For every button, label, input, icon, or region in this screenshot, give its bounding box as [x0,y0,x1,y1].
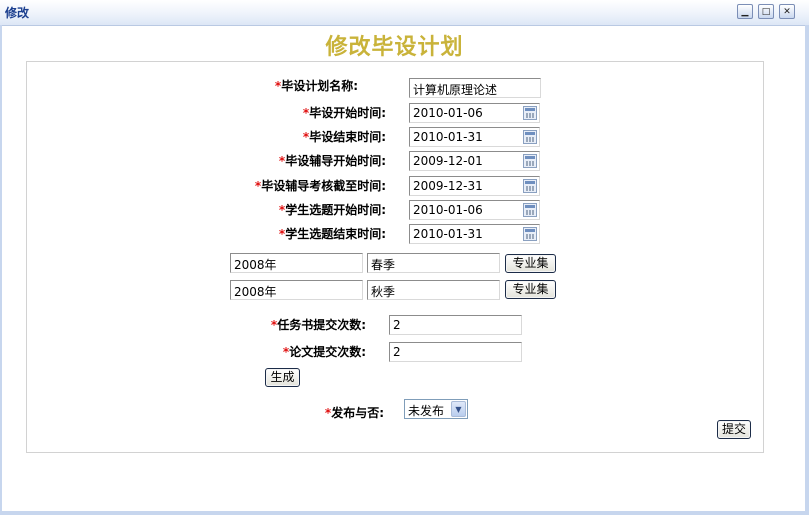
close-icon: ✕ [783,7,791,17]
calendar-icon[interactable] [523,203,537,217]
chevron-down-icon[interactable]: ▼ [451,401,466,417]
calendar-icon[interactable] [523,130,537,144]
publish-select[interactable]: 未发布 ▼ [404,399,468,419]
select-start-label: *学生选题开始时间: [278,203,386,217]
start-time-input[interactable]: 2010-01-06 [409,103,540,123]
calendar-icon[interactable] [523,179,537,193]
task-count-label: *任务书提交次数: [270,318,366,332]
semester-season-input[interactable]: 春季 [367,253,500,273]
window-controls: ▁ □ ✕ [735,0,803,25]
end-time-label: *毕设结束时间: [302,130,386,144]
minimize-icon: ▁ [741,7,749,17]
semester-year-input[interactable]: 2008年 [230,280,363,300]
publish-label: *发布与否: [324,406,384,420]
window-title: 修改 [5,6,30,20]
close-button[interactable]: ✕ [779,4,795,19]
paper-count-input[interactable]: 2 [389,342,522,362]
tutor-start-label: *毕设辅导开始时间: [278,154,386,168]
task-count-input[interactable]: 2 [389,315,522,335]
generate-button[interactable]: 生成 [265,368,300,387]
maximize-button[interactable]: □ [758,4,774,19]
page-title: 修改毕设计划 [325,34,464,60]
window-border-right [805,25,809,515]
plan-name-input[interactable]: 计算机原理论述 [409,78,541,98]
window-border-left [0,25,2,515]
calendar-icon[interactable] [523,154,537,168]
semester-year-input[interactable]: 2008年 [230,253,363,273]
select-end-label: *学生选题结束时间: [278,227,386,241]
minimize-button[interactable]: ▁ [737,4,753,19]
submit-button[interactable]: 提交 [717,420,751,439]
tutor-start-input[interactable]: 2009-12-01 [409,151,540,171]
semester-season-input[interactable]: 秋季 [367,280,500,300]
select-start-input[interactable]: 2010-01-06 [409,200,540,220]
calendar-icon[interactable] [523,227,537,241]
end-time-input[interactable]: 2010-01-31 [409,127,540,147]
maximize-icon: □ [761,7,771,17]
window-titlebar: 修改 ▁ □ ✕ [0,0,809,26]
calendar-icon[interactable] [523,106,537,120]
tutor-deadline-label: *毕设辅导考核截至时间: [254,179,386,193]
major-set-button[interactable]: 专业集 [505,254,556,273]
start-time-label: *毕设开始时间: [302,106,386,120]
select-end-input[interactable]: 2010-01-31 [409,224,540,244]
tutor-deadline-input[interactable]: 2009-12-31 [409,176,540,196]
major-set-button[interactable]: 专业集 [505,280,556,299]
plan-name-label: *毕设计划名称: [274,79,358,93]
paper-count-label: *论文提交次数: [282,345,366,359]
window-border-bottom [0,511,809,515]
